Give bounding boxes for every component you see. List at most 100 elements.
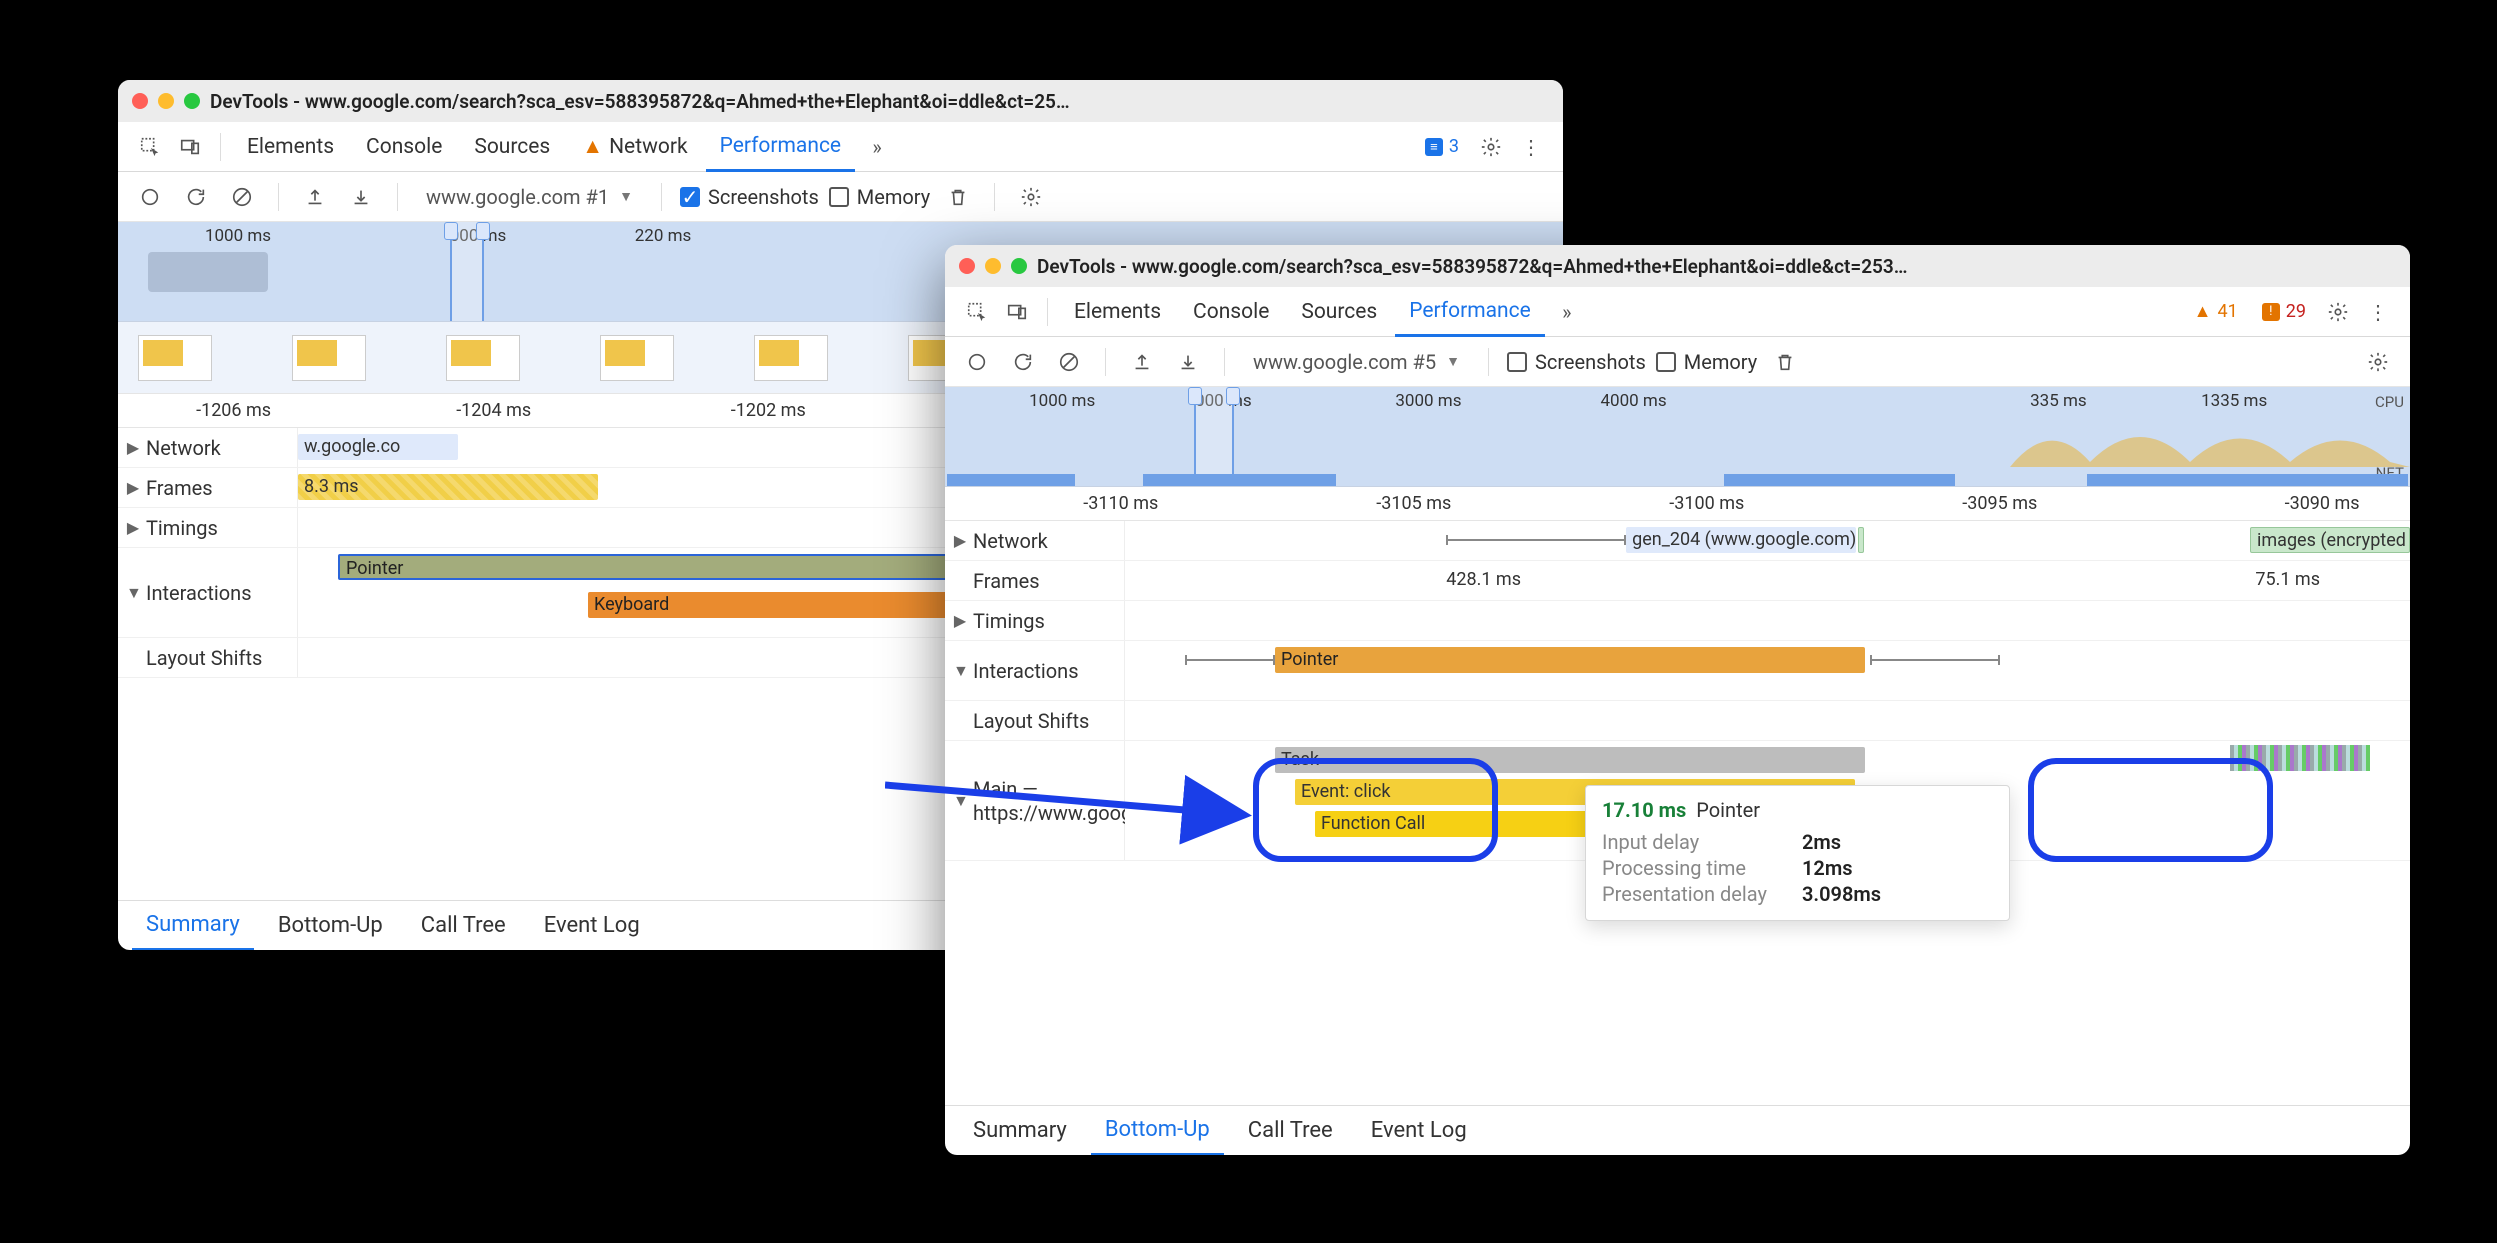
btab-eventlog[interactable]: Event Log (1357, 1106, 1481, 1156)
overview-viewport[interactable] (450, 222, 484, 321)
reload-icon[interactable] (178, 179, 214, 215)
screenshots-label: Screenshots (708, 185, 819, 209)
screenshots-checkbox[interactable]: ✓ Screenshots (680, 185, 819, 209)
screenshots-checkbox[interactable]: Screenshots (1507, 350, 1646, 374)
screenshot-frame[interactable] (138, 335, 212, 381)
tab-console[interactable]: Console (1179, 287, 1283, 337)
track-network[interactable]: ▶ Network gen_204 (www.google.com) images… (945, 521, 2410, 561)
settings-icon[interactable] (2320, 294, 2356, 330)
warnings-count: 41 (2218, 301, 2238, 322)
inspect-icon[interactable] (959, 294, 995, 330)
maximize-icon[interactable] (184, 93, 200, 109)
btab-calltree[interactable]: Call Tree (1234, 1106, 1347, 1156)
upload-icon[interactable] (297, 179, 333, 215)
viewport-handle-right[interactable] (476, 222, 490, 240)
divider (397, 183, 398, 211)
frame-bar[interactable]: 8.3 ms (298, 474, 598, 500)
interaction-pointer[interactable]: Pointer (1275, 647, 1865, 673)
tab-sources[interactable]: Sources (1287, 287, 1391, 337)
network-whisker (1446, 539, 1626, 541)
profile-select[interactable]: www.google.com #5 ▼ (1243, 346, 1470, 378)
warnings-badge[interactable]: ▲ 41 (2188, 299, 2244, 324)
settings-icon[interactable] (1473, 129, 1509, 165)
timeline-ruler[interactable]: -3110 ms -3105 ms -3100 ms -3095 ms -309… (945, 487, 2410, 521)
memory-checkbox[interactable]: Memory (829, 185, 930, 209)
track-label: Layout Shifts (146, 646, 262, 670)
timeline-overview[interactable]: 1000 ms 000 ms 3000 ms 4000 ms 335 ms 13… (945, 387, 2410, 487)
overview-tick: 220 ms (635, 226, 692, 246)
track-label: Frames (146, 476, 213, 500)
tab-performance[interactable]: Performance (706, 122, 855, 172)
viewport-handle-left[interactable] (1188, 387, 1202, 405)
tab-network[interactable]: ▲ Network (568, 122, 701, 172)
minimize-icon[interactable] (158, 93, 174, 109)
errors-badge[interactable]: ! 29 (2256, 299, 2312, 324)
settings-icon[interactable] (2360, 344, 2396, 380)
more-menu-icon[interactable]: ⋮ (2360, 294, 2396, 330)
window-titlebar: DevTools - www.google.com/search?sca_esv… (945, 245, 2410, 287)
divider (661, 183, 662, 211)
track-label: Network (973, 529, 1048, 553)
btab-summary[interactable]: Summary (959, 1106, 1081, 1156)
close-icon[interactable] (132, 93, 148, 109)
screenshot-frame[interactable] (754, 335, 828, 381)
tab-performance[interactable]: Performance (1395, 287, 1544, 337)
track-timings[interactable]: ▶Timings (945, 601, 2410, 641)
viewport-handle-right[interactable] (1226, 387, 1240, 405)
memory-checkbox[interactable]: Memory (1656, 350, 1757, 374)
tab-elements[interactable]: Elements (1060, 287, 1175, 337)
track-frames[interactable]: Frames 428.1 ms 75.1 ms (945, 561, 2410, 601)
upload-icon[interactable] (1124, 344, 1160, 380)
divider (1224, 348, 1225, 376)
screenshot-frame[interactable] (446, 335, 520, 381)
btab-calltree[interactable]: Call Tree (407, 901, 520, 951)
inspect-icon[interactable] (132, 129, 168, 165)
maximize-icon[interactable] (1011, 258, 1027, 274)
clear-icon[interactable] (1051, 344, 1087, 380)
tooltip-row-key: Presentation delay (1602, 882, 1792, 906)
track-interactions[interactable]: ▼Interactions Pointer (945, 641, 2410, 701)
download-icon[interactable] (343, 179, 379, 215)
btab-bottomup[interactable]: Bottom-Up (264, 901, 397, 951)
delete-icon[interactable] (1767, 344, 1803, 380)
tooltip-row-val: 2ms (1802, 830, 1841, 854)
screenshot-frame[interactable] (292, 335, 366, 381)
more-tabs-icon[interactable]: » (1549, 294, 1585, 330)
tab-console[interactable]: Console (352, 122, 456, 172)
more-menu-icon[interactable]: ⋮ (1513, 129, 1549, 165)
network-request[interactable]: gen_204 (www.google.com) (1626, 527, 1856, 553)
caret-right-icon: ▶ (953, 531, 967, 550)
profile-select[interactable]: www.google.com #1 ▼ (416, 181, 643, 213)
panel-tabs: Elements Console Sources Performance » ▲… (945, 287, 2410, 337)
record-icon[interactable] (959, 344, 995, 380)
download-icon[interactable] (1170, 344, 1206, 380)
network-request[interactable]: w.google.co (298, 434, 458, 460)
network-request[interactable]: images (encrypted (2250, 527, 2410, 553)
settings-icon[interactable] (1013, 179, 1049, 215)
caret-right-icon: ▶ (126, 438, 140, 457)
reload-icon[interactable] (1005, 344, 1041, 380)
record-icon[interactable] (132, 179, 168, 215)
ruler-tick: -1202 ms (731, 400, 806, 421)
device-toolbar-icon[interactable] (172, 129, 208, 165)
track-label: Timings (973, 609, 1045, 633)
network-request-end (1858, 527, 1864, 553)
overview-tick: 1000 ms (1029, 391, 1095, 411)
device-toolbar-icon[interactable] (999, 294, 1035, 330)
bottom-tabs: Summary Bottom-Up Call Tree Event Log (945, 1105, 2410, 1155)
btab-summary[interactable]: Summary (132, 901, 254, 951)
overview-tick: 4000 ms (1600, 391, 1666, 411)
viewport-handle-left[interactable] (444, 222, 458, 240)
console-messages-badge[interactable]: ≡ 3 (1419, 134, 1465, 159)
tab-elements[interactable]: Elements (233, 122, 348, 172)
btab-eventlog[interactable]: Event Log (530, 901, 654, 951)
tab-sources[interactable]: Sources (460, 122, 564, 172)
overview-viewport[interactable] (1194, 387, 1234, 486)
more-tabs-icon[interactable]: » (859, 129, 895, 165)
clear-icon[interactable] (224, 179, 260, 215)
delete-icon[interactable] (940, 179, 976, 215)
btab-bottomup[interactable]: Bottom-Up (1091, 1106, 1224, 1156)
close-icon[interactable] (959, 258, 975, 274)
screenshot-frame[interactable] (600, 335, 674, 381)
minimize-icon[interactable] (985, 258, 1001, 274)
